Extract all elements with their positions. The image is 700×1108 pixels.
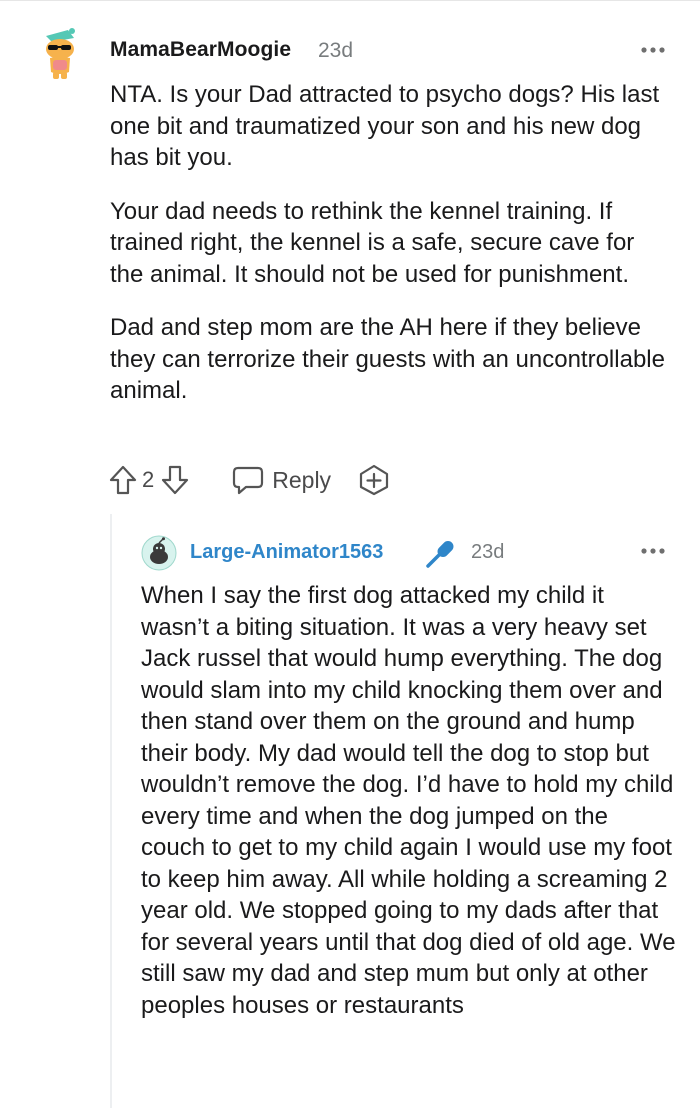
comment-actions: 2 Reply — [108, 461, 391, 499]
comment-body: NTA. Is your Dad attracted to psycho dog… — [110, 79, 670, 429]
chat-bubble-icon — [233, 466, 264, 495]
reply-label: Reply — [272, 466, 332, 493]
reply-button[interactable]: Reply — [232, 465, 331, 495]
comment-paragraph: Your dad needs to rethink the kennel tra… — [110, 197, 635, 288]
more-options-icon[interactable] — [638, 36, 668, 64]
vote-score: 2 — [142, 467, 155, 492]
more-options-icon[interactable] — [638, 538, 668, 564]
top-divider — [0, 0, 700, 1]
thread-line[interactable] — [110, 514, 112, 1108]
upvote-arrow-icon[interactable] — [108, 464, 138, 496]
comment-username[interactable]: MamaBearMoogie — [110, 38, 291, 62]
comment-paragraph: Dad and step mom are the AH here if they… — [110, 314, 665, 404]
reply-timestamp: 23d — [471, 541, 505, 563]
reply-paragraph: When I say the first dog attacked my chi… — [141, 582, 676, 1019]
user-avatar-icon[interactable] — [38, 26, 82, 82]
reply-body: When I say the first dog attacked my chi… — [141, 580, 676, 1021]
reply-user-avatar-icon[interactable] — [141, 535, 177, 571]
downvote-arrow-icon[interactable] — [160, 464, 190, 496]
microphone-icon — [426, 541, 454, 568]
vote-controls: 2 — [108, 464, 190, 496]
reply-username[interactable]: Large-Animator1563 — [190, 541, 383, 564]
award-plus-icon[interactable] — [357, 463, 391, 497]
comment-paragraph: NTA. Is your Dad attracted to psycho dog… — [110, 81, 660, 171]
comment-timestamp: 23d — [318, 39, 354, 62]
